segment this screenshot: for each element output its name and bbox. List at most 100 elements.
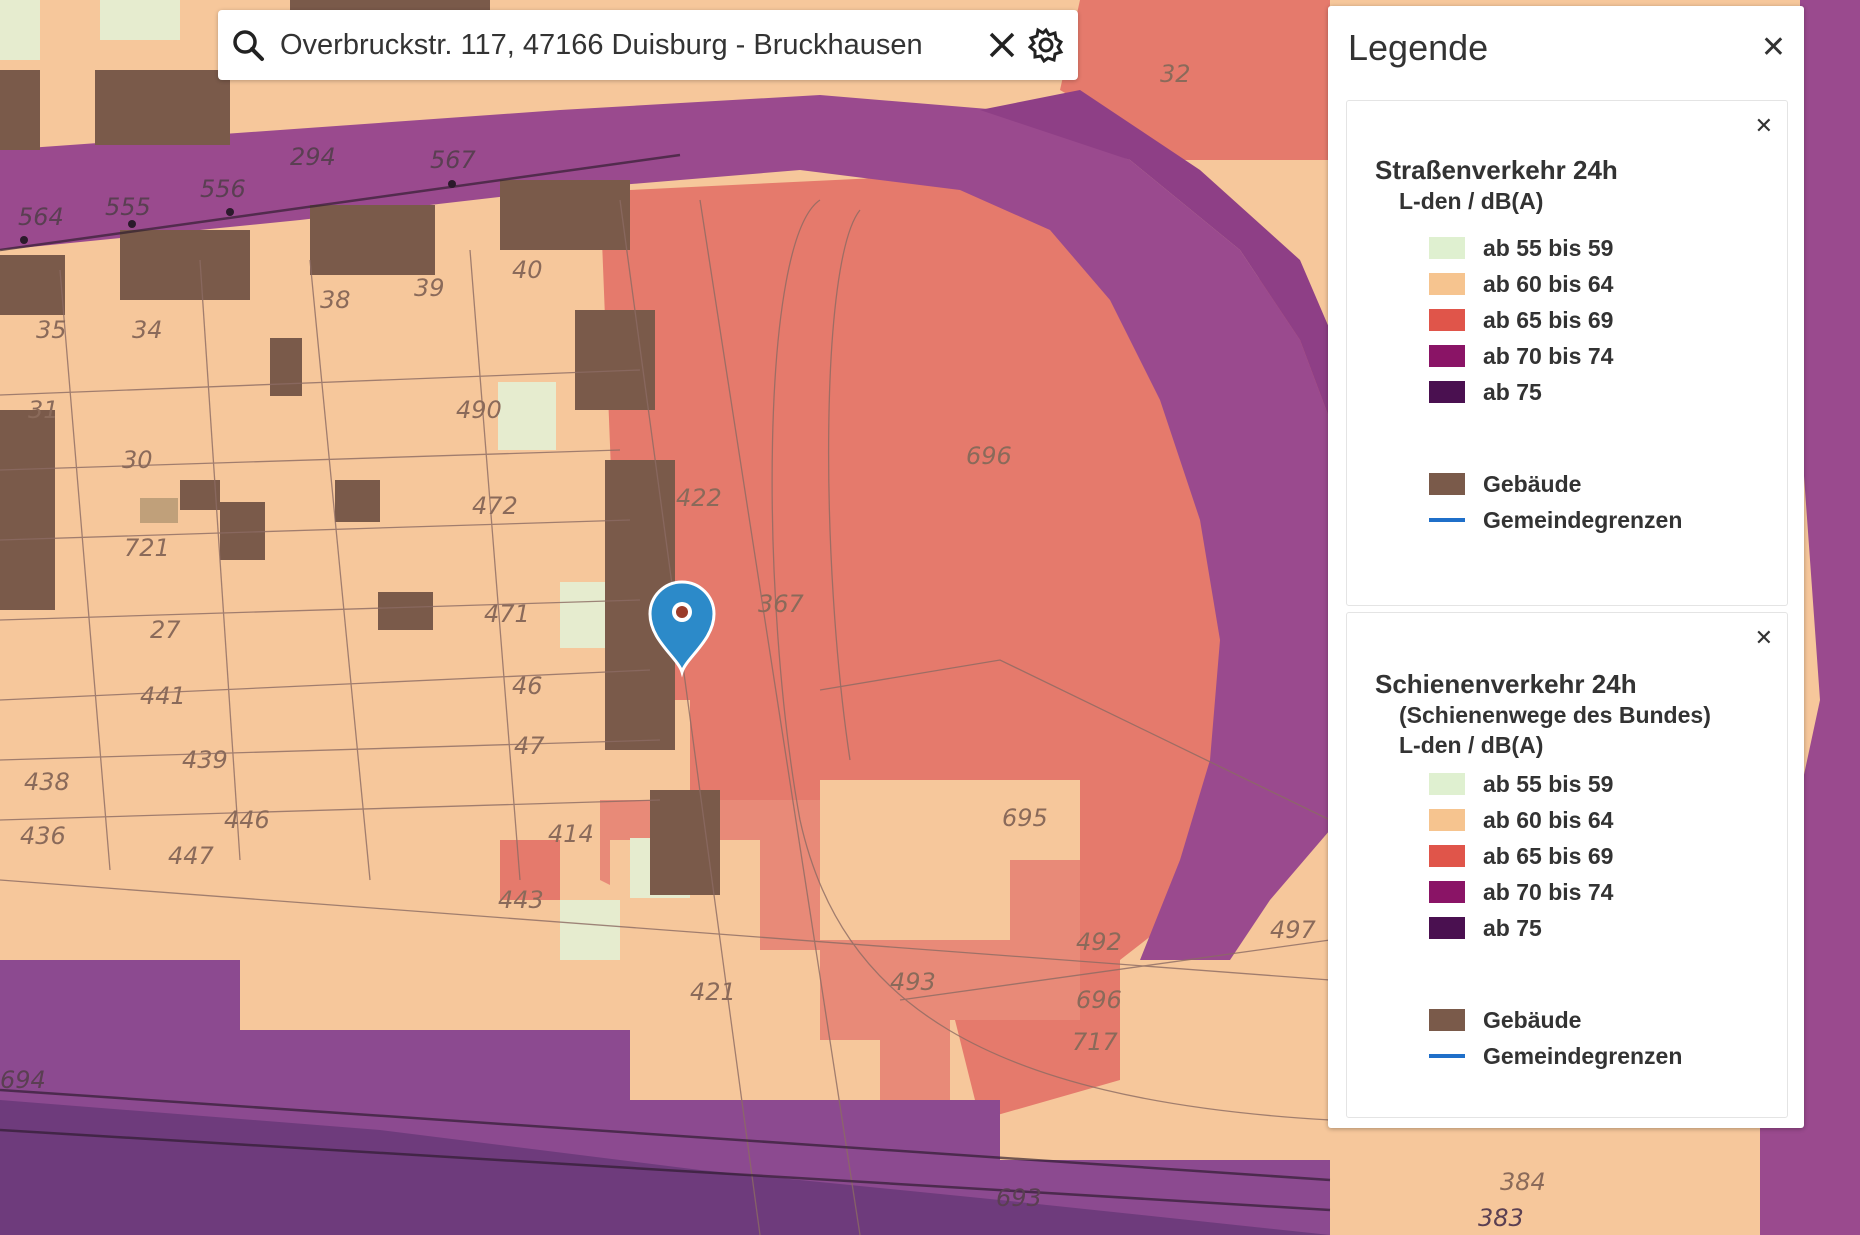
plot-number-label: 472 [472,492,518,520]
plot-number-label: 490 [456,396,502,424]
plot-number-label: 556 [200,175,246,203]
search-input[interactable]: Overbruckstr. 117, 47166 Duisburg - Bruc… [268,29,980,62]
plot-number-label: 438 [24,768,70,796]
legend-label: Gemeindegrenzen [1483,1042,1683,1069]
legend-label: Gebäude [1483,1006,1582,1033]
boundary-line-swatch [1429,1054,1465,1058]
plot-number-label: 46 [512,672,543,700]
plot-number-label: 439 [182,746,228,774]
plot-number-label: 34 [132,316,163,344]
section-close-icon[interactable]: ✕ [1755,113,1773,139]
plot-number-label: 443 [498,886,544,914]
plot-number-label: 497 [1270,916,1317,944]
legend-label: ab 55 bis 59 [1483,770,1614,797]
plot-number-label: 422 [676,484,722,512]
legend-label: Gemeindegrenzen [1483,506,1683,533]
plot-number-label: 693 [996,1184,1042,1212]
plot-number-label: 564 [18,203,64,231]
legend-swatch [1429,881,1465,903]
legend-swatch [1429,381,1465,403]
legend-swatch [1429,273,1465,295]
legend-swatch [1429,345,1465,367]
plot-number-label: 493 [890,968,936,996]
legend-item: ab 70 bis 74 [1429,338,1787,374]
gear-icon[interactable] [1024,23,1068,67]
plot-number-label: 367 [758,590,805,618]
legend-item: Gemeindegrenzen [1429,1038,1787,1074]
plot-number-label: 31 [28,396,59,424]
plot-number-label: 447 [168,842,215,870]
search-icon[interactable] [228,25,268,65]
plot-number-label: 47 [514,732,545,760]
legend-label: ab 60 bis 64 [1483,270,1614,297]
close-icon[interactable] [980,23,1024,67]
legend-close-icon[interactable]: ✕ [1761,33,1786,63]
plot-number-label: 555 [105,193,151,221]
plot-number-label: 567 [430,146,477,174]
legend-label: ab 60 bis 64 [1483,806,1614,833]
plot-number-label: 384 [1500,1168,1546,1196]
legend-section: ✕ Schienenverkehr 24h (Schienenwege des Bu… [1346,612,1788,1118]
plot-number-label: 383 [1478,1204,1524,1232]
section-subtitle: L-den / dB(A) [1399,732,1544,758]
legend-item: ab 75 [1429,374,1787,410]
plot-number-label: 294 [290,143,336,171]
legend-label: ab 75 [1483,378,1542,405]
legend-title: Legende [1348,27,1489,68]
legend-label: ab 75 [1483,914,1542,941]
legend-section: ✕ Straßenverkehr 24h L-den / dB(A) ab 55 bi… [1346,100,1788,606]
legend-item: ab 70 bis 74 [1429,874,1787,910]
plot-number-label: 35 [36,316,67,344]
plot-number-label: 492 [1076,928,1122,956]
legend-label: ab 65 bis 69 [1483,306,1614,333]
plot-number-label: 32 [1160,60,1191,88]
plot-number-label: 446 [224,806,270,834]
legend-item: ab 60 bis 64 [1429,802,1787,838]
legend-swatch [1429,237,1465,259]
legend-swatch [1429,773,1465,795]
legend-label: Gebäude [1483,470,1582,497]
legend-item: ab 55 bis 59 [1429,766,1787,802]
plot-number-label: 436 [20,822,66,850]
legend-item: ab 55 bis 59 [1429,230,1787,266]
legend-swatch [1429,809,1465,831]
legend-item: Gebäude [1429,1002,1787,1038]
legend-swatch [1429,845,1465,867]
building-swatch [1429,1009,1465,1031]
section-subtitle: (Schienenwege des Bundes) [1399,702,1711,728]
legend-label: ab 65 bis 69 [1483,842,1614,869]
boundary-line-swatch [1429,518,1465,522]
plot-number-label: 40 [512,256,543,284]
legend-item: ab 75 [1429,910,1787,946]
section-subtitle: L-den / dB(A) [1399,188,1544,214]
legend-item: Gemeindegrenzen [1429,502,1787,538]
plot-number-label: 721 [124,534,170,562]
plot-number-label: 421 [690,978,736,1006]
section-close-icon[interactable]: ✕ [1755,625,1773,651]
plot-number-label: 694 [0,1066,46,1094]
plot-number-label: 471 [484,600,530,628]
plot-number-label: 414 [548,820,594,848]
legend-swatch [1429,917,1465,939]
search-bar[interactable]: Overbruckstr. 117, 47166 Duisburg - Bruc… [218,10,1078,80]
building-swatch [1429,473,1465,495]
legend-item: ab 60 bis 64 [1429,266,1787,302]
legend-swatch [1429,309,1465,331]
plot-number-label: 30 [122,446,153,474]
section-title: Straßenverkehr 24h [1375,155,1618,185]
plot-number-label: 695 [1002,804,1048,832]
legend-label: ab 70 bis 74 [1483,878,1614,905]
section-title: Schienenverkehr 24h [1375,669,1637,699]
plot-number-label: 38 [320,286,351,314]
plot-number-label: 441 [140,682,186,710]
legend-label: ab 55 bis 59 [1483,234,1614,261]
plot-number-label: 39 [414,274,445,302]
legend-label: ab 70 bis 74 [1483,342,1614,369]
plot-number-label: 696 [966,442,1012,470]
legend-item: ab 65 bis 69 [1429,302,1787,338]
legend-item: ab 65 bis 69 [1429,838,1787,874]
legend-panel: Legende ✕ ✕ Straßenverkehr 24h L-den / dB(… [1328,6,1804,1128]
plot-number-label: 717 [1072,1028,1119,1056]
plot-number-label: 696 [1076,986,1122,1014]
plot-number-label: 27 [150,616,181,644]
